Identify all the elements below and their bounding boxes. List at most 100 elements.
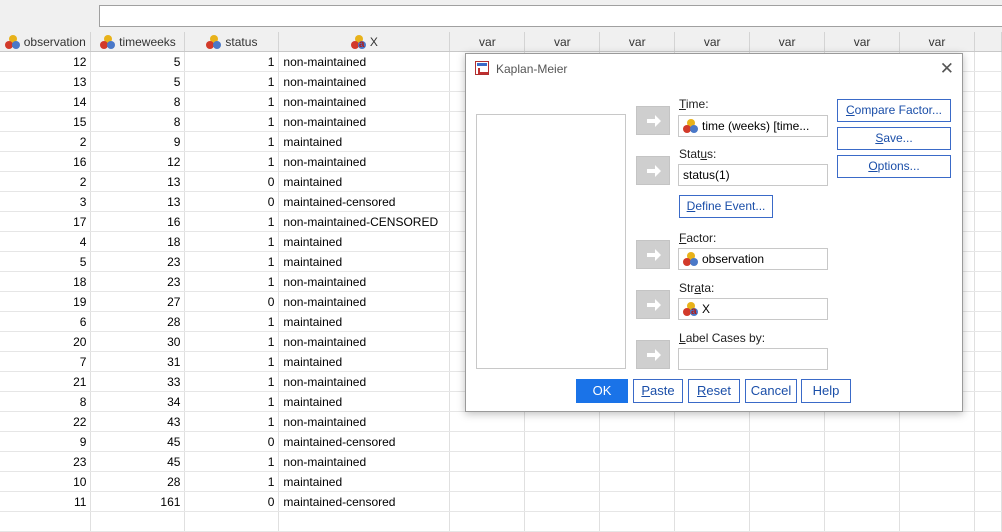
data-cell[interactable]: 1	[184, 391, 280, 412]
empty-cell[interactable]	[899, 451, 975, 472]
empty-cell[interactable]	[974, 291, 1002, 312]
data-cell[interactable]: maintained	[278, 391, 451, 412]
data-cell[interactable]: 9	[90, 131, 186, 152]
data-cell[interactable]: 33	[90, 371, 186, 392]
source-variable-list[interactable]	[476, 114, 626, 369]
data-cell[interactable]: 18	[90, 231, 186, 252]
move-to-label-cases-button[interactable]	[636, 340, 670, 369]
data-cell[interactable]: 14	[0, 91, 92, 112]
empty-cell[interactable]	[974, 371, 1002, 392]
data-cell[interactable]: 2	[0, 131, 92, 152]
save-button[interactable]: Save...	[837, 127, 951, 150]
empty-cell[interactable]	[974, 51, 1002, 72]
data-cell[interactable]	[90, 511, 186, 532]
cell-editor-input[interactable]	[99, 5, 1002, 27]
empty-cell[interactable]	[974, 471, 1002, 492]
column-header-x[interactable]: aX	[278, 32, 451, 52]
empty-column-header[interactable]: var	[524, 32, 601, 52]
empty-cell[interactable]	[974, 311, 1002, 332]
empty-cell[interactable]	[974, 491, 1002, 512]
data-cell[interactable]: 5	[90, 71, 186, 92]
cancel-button[interactable]: Cancel	[745, 379, 797, 403]
paste-button[interactable]: Paste	[633, 379, 683, 403]
data-cell[interactable]: 0	[184, 171, 280, 192]
empty-cell[interactable]	[674, 451, 751, 472]
reset-button[interactable]: Reset	[688, 379, 740, 403]
empty-cell[interactable]	[899, 431, 975, 452]
data-cell[interactable]: 1	[184, 411, 280, 432]
data-cell[interactable]: 7	[0, 351, 92, 372]
empty-cell[interactable]	[974, 411, 1002, 432]
empty-cell[interactable]	[974, 191, 1002, 212]
data-cell[interactable]: 13	[0, 71, 92, 92]
empty-column-header[interactable]: var	[674, 32, 751, 52]
data-cell[interactable]: non-maintained	[278, 291, 451, 312]
data-cell[interactable]: 8	[90, 91, 186, 112]
data-cell[interactable]: 43	[90, 411, 186, 432]
empty-cell[interactable]	[749, 511, 826, 532]
data-cell[interactable]: non-maintained	[278, 71, 451, 92]
data-cell[interactable]: 0	[184, 431, 280, 452]
data-cell[interactable]: 11	[0, 491, 92, 512]
empty-column-header[interactable]: var	[899, 32, 975, 52]
empty-cell[interactable]	[449, 411, 526, 432]
data-cell[interactable]: 1	[184, 151, 280, 172]
empty-cell[interactable]	[449, 491, 526, 512]
data-cell[interactable]: maintained	[278, 251, 451, 272]
data-cell[interactable]: 1	[184, 311, 280, 332]
data-cell[interactable]	[278, 511, 451, 532]
column-header-timeweeks[interactable]: timeweeks	[90, 32, 186, 52]
data-cell[interactable]: 17	[0, 211, 92, 232]
data-cell[interactable]: 45	[90, 431, 186, 452]
data-cell[interactable]: 20	[0, 331, 92, 352]
data-cell[interactable]: 1	[184, 271, 280, 292]
data-cell[interactable]: 10	[0, 471, 92, 492]
close-icon[interactable]: ✕	[940, 59, 954, 79]
empty-cell[interactable]	[899, 511, 975, 532]
empty-cell[interactable]	[599, 511, 676, 532]
data-cell[interactable]: 28	[90, 311, 186, 332]
ok-button[interactable]: OK	[576, 379, 628, 403]
data-cell[interactable]: maintained	[278, 231, 451, 252]
data-cell[interactable]: 45	[90, 451, 186, 472]
data-cell[interactable]: 1	[184, 331, 280, 352]
data-cell[interactable]: 0	[184, 291, 280, 312]
empty-cell[interactable]	[899, 411, 975, 432]
data-cell[interactable]: non-maintained	[278, 271, 451, 292]
empty-cell[interactable]	[974, 431, 1002, 452]
empty-cell[interactable]	[524, 471, 601, 492]
empty-cell[interactable]	[824, 511, 901, 532]
data-cell[interactable]: 1	[184, 231, 280, 252]
empty-cell[interactable]	[749, 471, 826, 492]
empty-cell[interactable]	[599, 491, 676, 512]
data-cell[interactable]: non-maintained	[278, 91, 451, 112]
empty-cell[interactable]	[824, 471, 901, 492]
data-cell[interactable]: 5	[90, 51, 186, 72]
data-cell[interactable]: 22	[0, 411, 92, 432]
empty-column-header[interactable]: var	[749, 32, 826, 52]
empty-cell[interactable]	[824, 431, 901, 452]
empty-cell[interactable]	[524, 451, 601, 472]
data-cell[interactable]: 1	[184, 451, 280, 472]
data-cell[interactable]: 12	[0, 51, 92, 72]
empty-cell[interactable]	[974, 71, 1002, 92]
move-to-factor-button[interactable]	[636, 240, 670, 269]
empty-cell[interactable]	[749, 491, 826, 512]
data-cell[interactable]: 30	[90, 331, 186, 352]
data-cell[interactable]: 16	[90, 211, 186, 232]
data-cell[interactable]: 8	[0, 391, 92, 412]
empty-cell[interactable]	[674, 511, 751, 532]
data-cell[interactable]: 0	[184, 491, 280, 512]
data-cell[interactable]: 1	[184, 91, 280, 112]
empty-cell[interactable]	[674, 431, 751, 452]
empty-cell[interactable]	[449, 511, 526, 532]
empty-cell[interactable]	[974, 251, 1002, 272]
data-cell[interactable]: non-maintained	[278, 371, 451, 392]
empty-cell[interactable]	[449, 471, 526, 492]
empty-cell[interactable]	[824, 451, 901, 472]
data-cell[interactable]: maintained	[278, 471, 451, 492]
move-to-time-button[interactable]	[636, 106, 670, 135]
column-header-observation[interactable]: observation	[0, 32, 92, 52]
data-cell[interactable]: maintained	[278, 311, 451, 332]
help-button[interactable]: Help	[801, 379, 851, 403]
